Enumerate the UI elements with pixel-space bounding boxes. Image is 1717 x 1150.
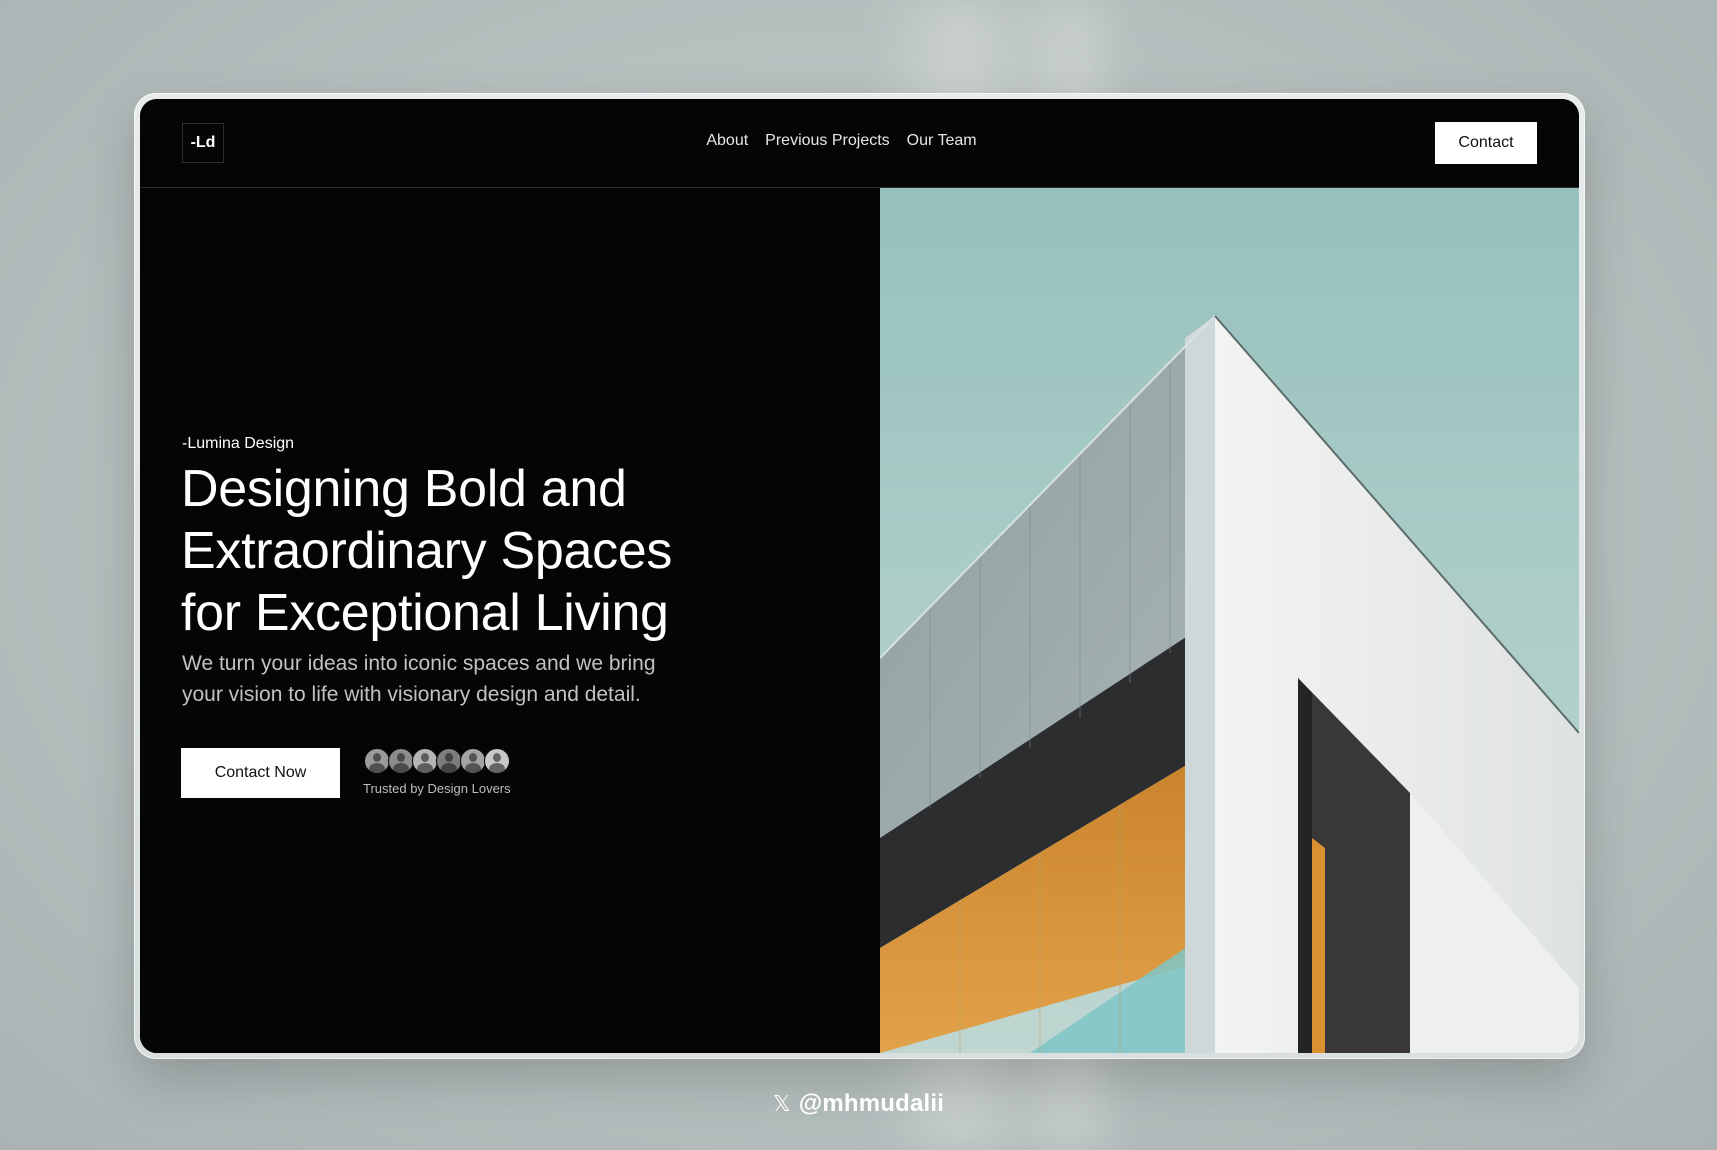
building-illustration xyxy=(880,315,1579,1053)
top-navigation: -Ld About Previous Projects Our Team Con… xyxy=(140,99,1579,188)
avatar xyxy=(460,748,486,774)
avatar xyxy=(484,748,510,774)
avatar-group xyxy=(364,748,510,776)
avatar xyxy=(436,748,462,774)
brand-eyebrow: -Lumina Design xyxy=(182,435,295,452)
contact-now-button[interactable]: Contact Now xyxy=(181,748,340,798)
avatar xyxy=(364,748,390,774)
social-handle: 𝕏 @mhmudalii xyxy=(0,1090,1717,1118)
nav-link-our-team[interactable]: Our Team xyxy=(907,132,977,150)
handle-text: @mhmudalii xyxy=(798,1090,945,1117)
website-screen: -Ld About Previous Projects Our Team Con… xyxy=(140,99,1579,1053)
nav-link-previous-projects[interactable]: Previous Projects xyxy=(765,132,890,150)
hero-headline: Designing Bold and Extraordinary Spaces … xyxy=(181,460,673,642)
avatar xyxy=(412,748,438,774)
nav-links: About Previous Projects Our Team xyxy=(140,132,1579,150)
hero-text-panel: -Lumina Design Designing Bold and Extrao… xyxy=(140,188,880,1053)
hero-subtext: We turn your ideas into iconic spaces an… xyxy=(182,652,656,706)
device-frame: -Ld About Previous Projects Our Team Con… xyxy=(134,93,1585,1059)
hero-architecture-image xyxy=(880,188,1579,1053)
contact-button[interactable]: Contact xyxy=(1435,122,1537,164)
x-logo-icon: 𝕏 xyxy=(772,1091,791,1116)
avatar xyxy=(388,748,414,774)
trusted-label: Trusted by Design Lovers xyxy=(363,781,511,796)
nav-link-about[interactable]: About xyxy=(706,132,748,150)
